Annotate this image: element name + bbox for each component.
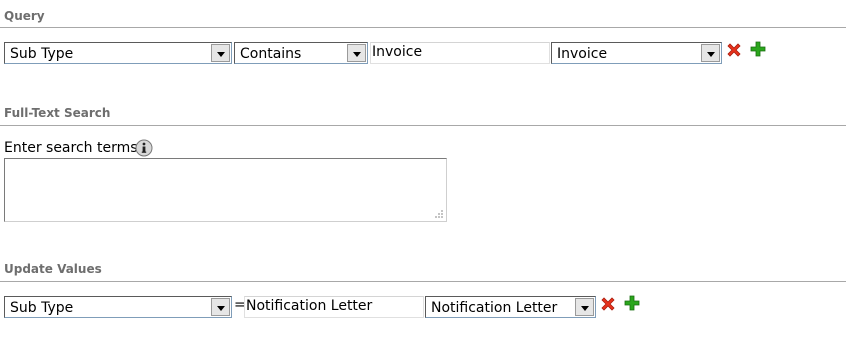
chevron-down-icon[interactable]	[211, 298, 230, 316]
update-field-select[interactable]: Sub Type	[4, 296, 232, 318]
query-value-select-value: Invoice	[557, 46, 608, 62]
query-value-select[interactable]: Invoice	[551, 42, 722, 64]
query-operator-select[interactable]: Contains	[234, 42, 368, 64]
search-terms-label: Enter search terms	[4, 140, 138, 156]
delete-icon[interactable]	[725, 41, 743, 59]
update-section-title: Update Values	[4, 262, 102, 276]
chevron-down-icon[interactable]	[347, 44, 366, 62]
add-icon[interactable]	[749, 40, 767, 58]
update-value-select-value: Notification Letter	[431, 300, 558, 316]
fulltext-divider	[0, 125, 846, 126]
add-icon[interactable]	[623, 294, 641, 312]
query-value-input[interactable]: Invoice	[370, 42, 550, 64]
chevron-down-icon[interactable]	[211, 44, 230, 62]
query-section-title: Query	[4, 9, 45, 23]
query-operator-select-value: Contains	[240, 46, 302, 62]
query-field-select-value: Sub Type	[10, 46, 74, 62]
query-field-select[interactable]: Sub Type	[4, 42, 232, 64]
chevron-down-icon[interactable]	[701, 44, 720, 62]
fulltext-section-title: Full-Text Search	[4, 106, 111, 120]
query-divider	[0, 27, 846, 28]
update-value-select[interactable]: Notification Letter	[425, 296, 596, 318]
update-divider	[0, 281, 846, 282]
search-terms-textarea[interactable]	[4, 158, 447, 222]
update-value-input[interactable]: Notification Letter	[244, 296, 424, 318]
info-icon[interactable]	[135, 139, 153, 157]
delete-icon[interactable]	[599, 295, 617, 313]
chevron-down-icon[interactable]	[575, 298, 594, 316]
resize-grip-icon[interactable]	[434, 209, 444, 219]
update-field-select-value: Sub Type	[10, 300, 74, 316]
